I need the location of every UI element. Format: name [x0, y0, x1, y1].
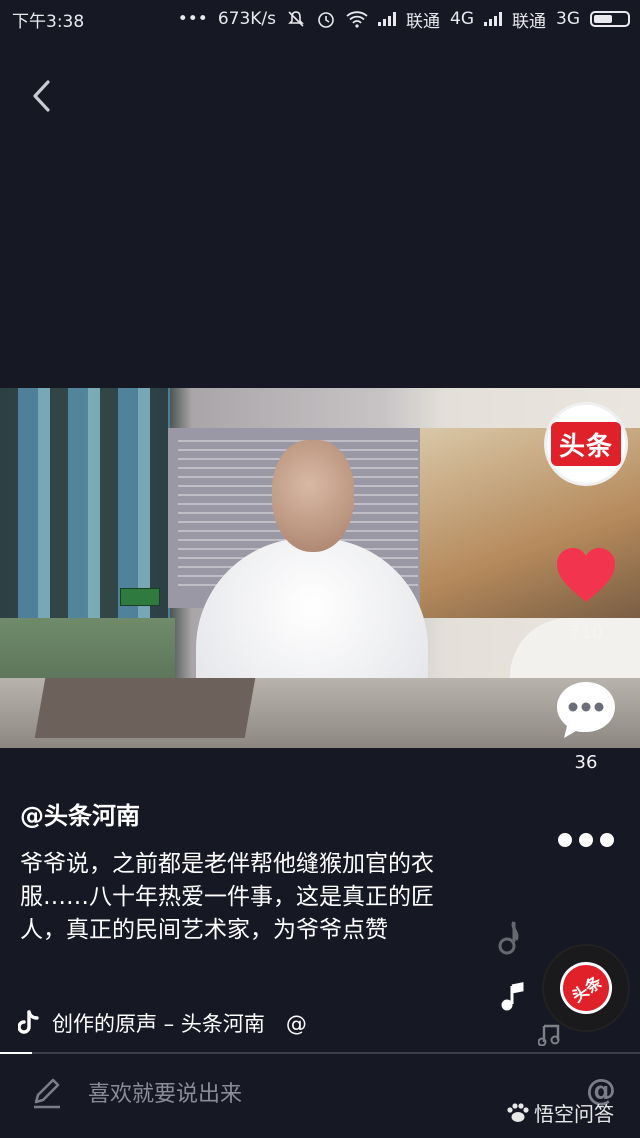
music-note-icon — [501, 982, 524, 1011]
carrier-2: 联通 — [512, 11, 546, 32]
mute-icon — [288, 11, 304, 27]
music-disc[interactable]: 头条 — [544, 946, 628, 1030]
status-time: 下午3:38 — [12, 11, 85, 32]
more-dots-icon — [558, 833, 572, 847]
comment-input[interactable] — [88, 1076, 468, 1112]
battery-icon — [590, 11, 630, 27]
watermark: 悟空问答 — [506, 1098, 614, 1127]
status-bar: 下午3:38 ••• 673K/s 联通 4G 联通 3G — [0, 0, 640, 38]
network-speed: 673K/s — [217, 9, 276, 29]
like-button[interactable] — [554, 546, 618, 606]
comment-count: 36 — [574, 752, 598, 773]
tiktok-note-icon — [18, 1010, 39, 1034]
heart-icon — [557, 548, 615, 602]
disc-logo: 头条 — [549, 951, 623, 1025]
music-info[interactable]: 创作的原声 – 头条河南 @ — [18, 1006, 338, 1040]
signal-icon — [378, 12, 396, 26]
comment-bubble-icon — [557, 682, 615, 738]
post-caption: 爷爷说，之前都是老伴帮他缝猴加官的衣服……八十年热爱一件事，这是真正的匠人，真正… — [20, 851, 434, 943]
music-title: 创作的原声 – 头条河南 @ — [52, 1012, 307, 1036]
music-note-icon — [538, 1024, 560, 1046]
more-options-button[interactable] — [558, 826, 614, 854]
pen-icon — [34, 1078, 60, 1109]
status-dots: ••• — [177, 9, 208, 29]
video-scene-exit-sign — [120, 588, 160, 606]
carrier-1: 联通 — [406, 11, 440, 32]
like-count: 710 — [568, 622, 604, 643]
video-scene-box — [34, 678, 256, 738]
back-arrow-icon — [33, 80, 50, 112]
author-name[interactable]: @头条河南 — [20, 796, 140, 831]
alarm-icon — [318, 12, 334, 28]
status-right: ••• 673K/s 联通 4G 联通 3G — [178, 7, 630, 32]
signal-icon — [484, 12, 502, 26]
brand-logo-text: 头条 — [551, 422, 621, 466]
paw-icon — [507, 1102, 529, 1122]
music-note-icon — [498, 921, 519, 955]
author-avatar[interactable]: 头条 — [544, 402, 628, 486]
network-type-1: 4G — [450, 9, 474, 29]
back-button[interactable] — [24, 74, 60, 118]
comment-button[interactable] — [554, 678, 618, 742]
network-type-2: 3G — [556, 9, 580, 29]
wifi-icon — [346, 11, 368, 28]
watermark-text: 悟空问答 — [534, 1102, 614, 1126]
